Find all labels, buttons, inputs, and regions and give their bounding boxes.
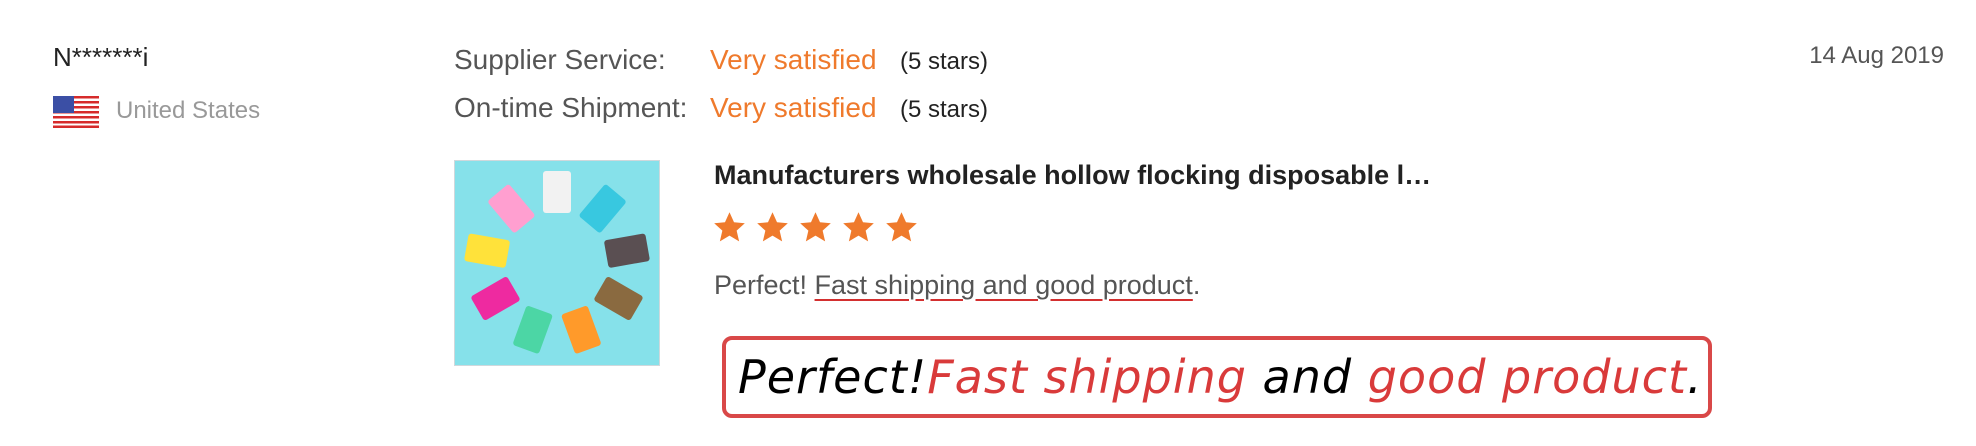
rating-label-supplier: Supplier Service: [454, 44, 666, 75]
star-icon [800, 212, 831, 242]
rating-stars-shipment: (5 stars) [900, 96, 989, 123]
callout-fast-shipping: Fast shipping [927, 350, 1247, 404]
product-rating [712, 210, 919, 245]
us-flag-icon [53, 96, 99, 128]
star-icon [757, 212, 788, 242]
star-icon [714, 212, 745, 242]
review-comment: Perfect! Fast shipping and good product. [714, 270, 1200, 301]
reviewer-name: N*******i [53, 42, 149, 72]
reviewer-country: United States [116, 97, 261, 124]
rating-value-supplier: Very satisfied [710, 44, 877, 75]
product-title[interactable]: Manufacturers wholesale hollow flocking … [714, 160, 1431, 191]
review-date: 14 Aug 2019 [1809, 42, 1944, 69]
star-icon [886, 212, 917, 242]
callout-word-perfect: Perfect! [738, 350, 928, 404]
comment-underlined: Fast shipping and good product [814, 270, 1193, 300]
comment-lead: Perfect! [714, 270, 815, 300]
product-image [455, 161, 659, 365]
rating-value-shipment: Very satisfied [710, 92, 877, 123]
callout-good-product: good product [1367, 350, 1687, 404]
product-thumbnail[interactable] [454, 160, 660, 366]
rating-label-shipment: On-time Shipment: [454, 92, 688, 123]
comment-end: . [1192, 270, 1201, 300]
star-icon [843, 212, 874, 242]
comment-callout: Perfect! Fast shipping and good product … [722, 336, 1712, 418]
callout-period: . [1686, 350, 1703, 404]
rating-stars-supplier: (5 stars) [900, 48, 989, 75]
callout-and: and [1246, 350, 1368, 404]
